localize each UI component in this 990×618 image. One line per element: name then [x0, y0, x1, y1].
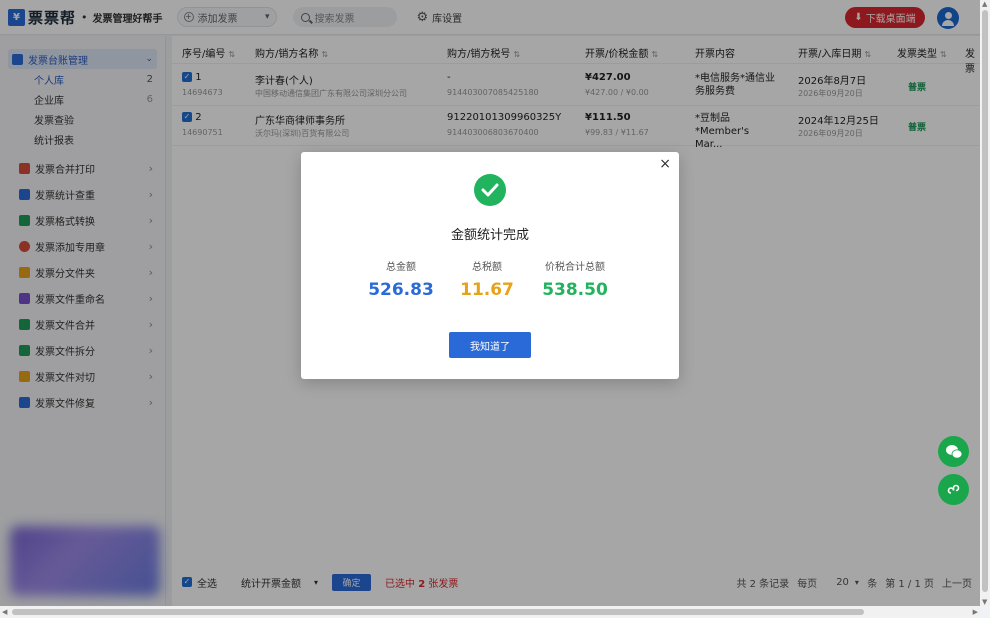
acknowledge-button[interactable]: 我知道了	[449, 332, 531, 358]
vertical-scroll-thumb[interactable]	[982, 10, 988, 592]
stat-value: 538.50	[542, 280, 608, 300]
dialog-title: 金额统计完成	[450, 228, 529, 243]
scroll-up-icon[interactable]: ▲	[982, 0, 987, 8]
stat-label: 价税合计总额	[545, 262, 605, 273]
mini-program-icon	[947, 484, 959, 494]
check-circle-icon	[474, 174, 506, 206]
scroll-down-icon[interactable]: ▼	[982, 598, 987, 606]
horizontal-scroll-thumb[interactable]	[12, 609, 864, 615]
close-icon[interactable]: ×	[659, 156, 671, 172]
scroll-left-icon[interactable]: ◀	[2, 608, 7, 616]
stat-total-with-tax: 价税合计总额 538.50	[520, 258, 630, 300]
horizontal-scrollbar[interactable]: ◀ ▶	[0, 606, 980, 618]
stats-complete-dialog: × 金额统计完成 总金额 526.83 总税额 11.67 价税合计总额 538…	[301, 152, 679, 379]
miniprogram-float-button[interactable]	[938, 474, 969, 505]
wechat-icon	[945, 444, 962, 459]
vertical-scrollbar[interactable]: ▲ ▼	[980, 0, 990, 606]
wechat-float-button[interactable]	[938, 436, 969, 467]
scroll-right-icon[interactable]: ▶	[973, 608, 978, 616]
